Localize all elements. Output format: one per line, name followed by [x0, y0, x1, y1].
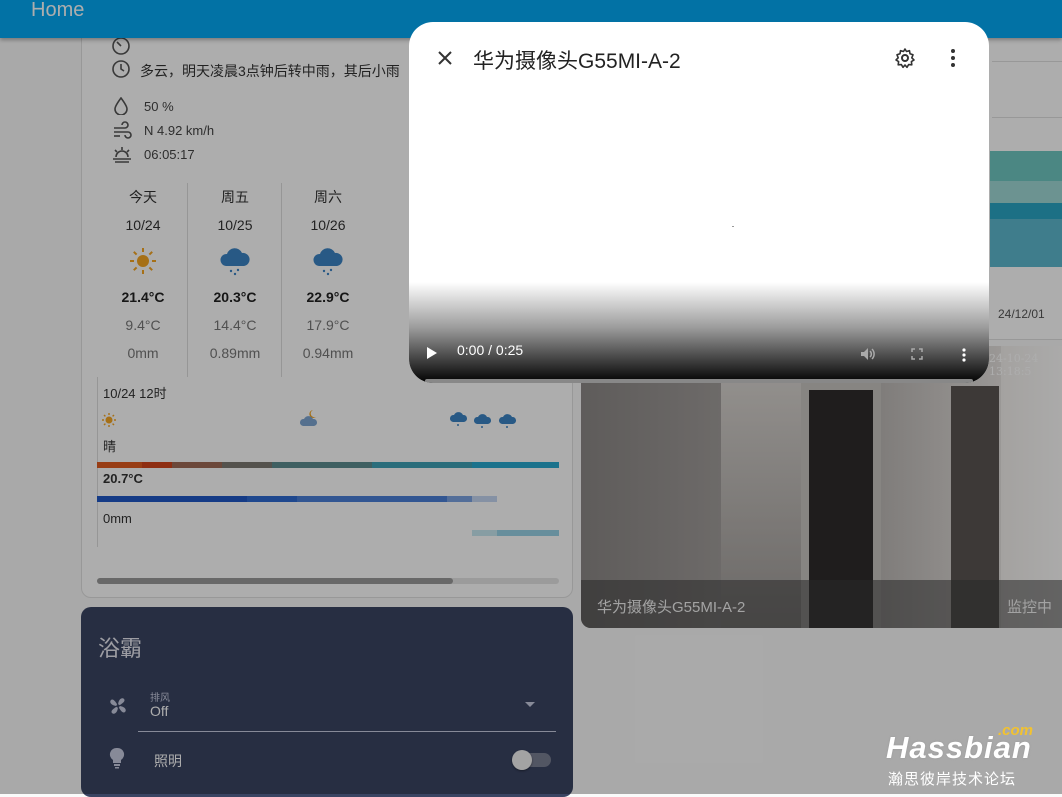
gear-icon[interactable]: [893, 46, 917, 70]
watermark-brand: Hassbian: [886, 730, 1032, 765]
volume-icon[interactable]: [860, 347, 876, 361]
watermark-subtitle: 瀚思彼岸技术论坛: [888, 771, 1017, 788]
video-time: 0:00 / 0:25: [457, 342, 524, 358]
video-more-icon[interactable]: [962, 348, 966, 362]
video-progress-bar[interactable]: [425, 379, 973, 383]
close-icon[interactable]: [433, 46, 457, 70]
play-icon[interactable]: [427, 347, 437, 359]
video-frame: [732, 226, 734, 227]
dialog-title: 华为摄像头G55MI-A-2: [473, 50, 681, 73]
video-controls-gradient: [409, 282, 989, 383]
camera-dialog: 华为摄像头G55MI-A-2 0:00 / 0:25: [409, 22, 989, 383]
fullscreen-icon[interactable]: [911, 348, 923, 360]
video-player[interactable]: 0:00 / 0:25: [409, 102, 989, 383]
more-vert-icon[interactable]: [941, 46, 965, 70]
